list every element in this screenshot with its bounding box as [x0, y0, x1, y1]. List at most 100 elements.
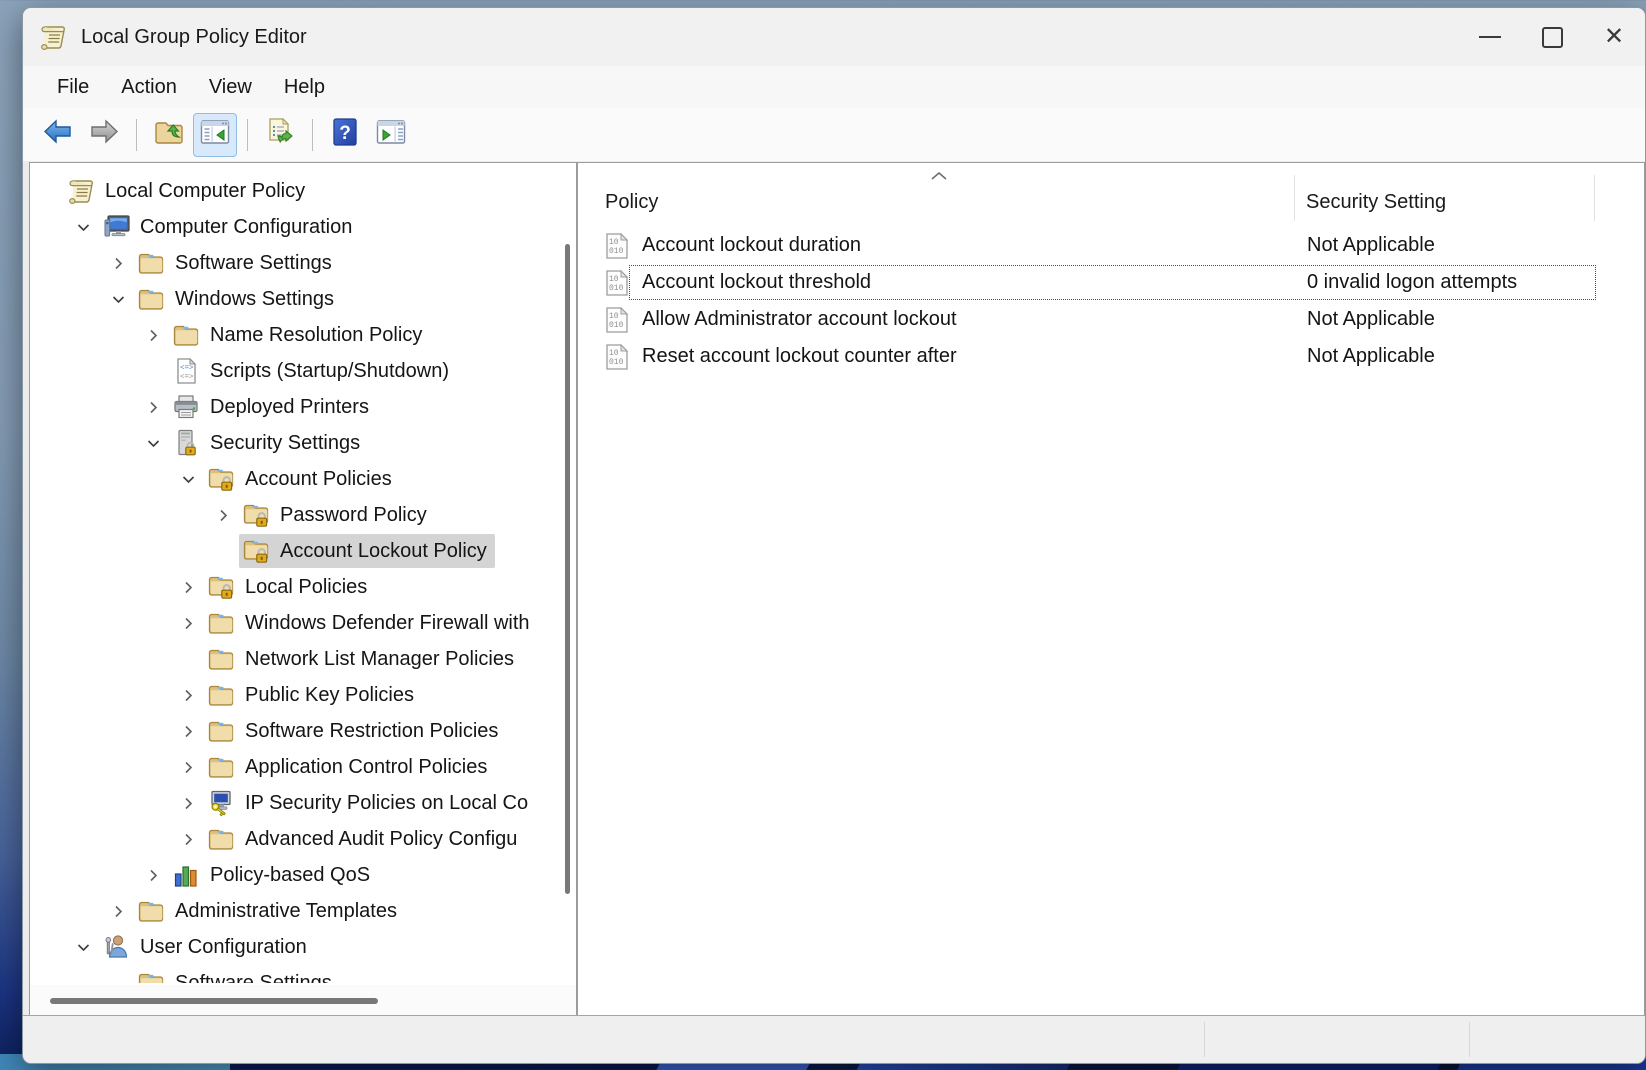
chevron-down-icon[interactable] [67, 931, 99, 963]
svg-text:10: 10 [609, 275, 619, 284]
tree-item-name-resolution-policy[interactable]: Name Resolution Policy [30, 317, 576, 353]
folder-lock-icon [206, 464, 236, 494]
folder-icon [171, 320, 201, 350]
tree-item-label: Computer Configuration [140, 216, 352, 239]
tree-item-user-configuration[interactable]: User Configuration [30, 929, 576, 965]
show-action-pane-button[interactable] [369, 113, 413, 157]
help-button[interactable]: ? [323, 113, 367, 157]
column-divider[interactable] [1294, 175, 1295, 221]
expander-spacer [207, 535, 239, 567]
chevron-right-icon[interactable] [172, 823, 204, 855]
chevron-down-icon[interactable] [137, 427, 169, 459]
tree-item-password-policy[interactable]: Password Policy [30, 497, 576, 533]
menu-view[interactable]: View [193, 72, 268, 103]
folder-icon [206, 824, 236, 854]
tree-item-label: Security Settings [210, 432, 360, 455]
chevron-right-icon[interactable] [137, 859, 169, 891]
chevron-down-icon[interactable] [102, 283, 134, 315]
tree-item-advanced-audit-policy-configu[interactable]: Advanced Audit Policy Configu [30, 821, 576, 857]
chevron-right-icon[interactable] [172, 571, 204, 603]
chevron-right-icon[interactable] [102, 895, 134, 927]
tree-item-windows-settings[interactable]: Windows Settings [30, 281, 576, 317]
folder-icon [206, 644, 236, 674]
tree-item-computer-configuration[interactable]: Computer Configuration [30, 209, 576, 245]
policy-name: Reset account lockout counter after [642, 345, 957, 368]
tree-item-account-policies[interactable]: Account Policies [30, 461, 576, 497]
tree-item-account-lockout-policy[interactable]: Account Lockout Policy [30, 533, 576, 569]
scroll-icon [38, 22, 68, 52]
list-row-reset-account-lockout-counter-after[interactable]: 10010Reset account lockout counter after… [579, 338, 1643, 375]
expander-spacer [137, 355, 169, 387]
chevron-down-icon[interactable] [67, 211, 99, 243]
column-header-security-setting[interactable]: Security Setting [1306, 191, 1446, 214]
tree-item-label: Name Resolution Policy [210, 324, 422, 347]
chevron-right-icon[interactable] [207, 499, 239, 531]
export-list-button[interactable] [258, 113, 302, 157]
tree-horizontal-scrollbar-track[interactable] [30, 985, 576, 1017]
tree-item-software-settings[interactable]: Software Settings [30, 245, 576, 281]
tree-item-application-control-policies[interactable]: Application Control Policies [30, 749, 576, 785]
show-console-tree-toggle[interactable] [193, 113, 237, 157]
tree-item-deployed-printers[interactable]: Deployed Printers [30, 389, 576, 425]
toolbar-separator [136, 119, 137, 151]
back-arrow-icon [42, 116, 74, 153]
security-setting-value: Not Applicable [1307, 308, 1435, 331]
title-bar[interactable]: Local Group Policy Editor ✕ [23, 8, 1645, 67]
chevron-right-icon[interactable] [137, 391, 169, 423]
chevron-right-icon[interactable] [137, 319, 169, 351]
list-row-account-lockout-threshold[interactable]: 10010Account lockout threshold0 invalid … [579, 264, 1643, 301]
folder-icon [136, 248, 166, 278]
svg-text:10: 10 [609, 349, 619, 358]
folder-icon [206, 752, 236, 782]
tree-item-administrative-templates[interactable]: Administrative Templates [30, 893, 576, 929]
menu-action[interactable]: Action [105, 72, 193, 103]
chevron-right-icon[interactable] [172, 751, 204, 783]
policy-name: Allow Administrator account lockout [642, 308, 957, 331]
svg-text:10: 10 [609, 312, 619, 321]
chevron-right-icon[interactable] [172, 679, 204, 711]
tree-item-security-settings[interactable]: Security Settings [30, 425, 576, 461]
tree-item-windows-defender-firewall-with[interactable]: Windows Defender Firewall with [30, 605, 576, 641]
forward-button[interactable] [82, 113, 126, 157]
tree-item-label: Deployed Printers [210, 396, 369, 419]
chevron-down-icon[interactable] [172, 463, 204, 495]
menu-file[interactable]: File [41, 72, 105, 103]
console-tree-icon [199, 116, 231, 153]
back-button[interactable] [36, 113, 80, 157]
column-divider[interactable] [1594, 175, 1595, 221]
svg-text:10: 10 [609, 238, 619, 247]
tree-item-public-key-policies[interactable]: Public Key Policies [30, 677, 576, 713]
tree-item-local-computer-policy[interactable]: Local Computer Policy [30, 173, 576, 209]
tree-item-label: Public Key Policies [245, 684, 414, 707]
tree-item-label: Account Lockout Policy [280, 540, 487, 563]
chevron-right-icon[interactable] [172, 715, 204, 747]
close-button[interactable]: ✕ [1583, 8, 1645, 66]
tree-item-scripts-startup-shutdown[interactable]: <=><=>Scripts (Startup/Shutdown) [30, 353, 576, 389]
up-one-level-button[interactable] [147, 113, 191, 157]
tree-item-software-restriction-policies[interactable]: Software Restriction Policies [30, 713, 576, 749]
list-row-account-lockout-duration[interactable]: 10010Account lockout durationNot Applica… [579, 227, 1643, 264]
chevron-right-icon[interactable] [102, 247, 134, 279]
tree-horizontal-scrollbar[interactable] [50, 998, 378, 1004]
maximize-button[interactable] [1521, 8, 1583, 66]
folder-icon [206, 608, 236, 638]
tree-vertical-scrollbar[interactable] [565, 244, 570, 894]
tree-item-local-policies[interactable]: Local Policies [30, 569, 576, 605]
menu-help[interactable]: Help [268, 72, 341, 103]
tree-item-ip-security-policies-on-local-co[interactable]: IP Security Policies on Local Co [30, 785, 576, 821]
tree-item-policy-based-qos[interactable]: Policy-based QoS [30, 857, 576, 893]
svg-text:010: 010 [609, 247, 624, 256]
svg-text:010: 010 [609, 321, 624, 330]
minimize-button[interactable] [1459, 8, 1521, 66]
minimize-icon [1479, 36, 1501, 38]
tree-item-software-settings[interactable]: Software Settings [30, 965, 576, 983]
scroll-icon [66, 176, 96, 206]
tree-item-network-list-manager-policies[interactable]: Network List Manager Policies [30, 641, 576, 677]
list-header: Policy Security Setting [578, 163, 1644, 227]
chevron-right-icon[interactable] [172, 787, 204, 819]
list-row-allow-administrator-account-lockout[interactable]: 10010 Allow Administrator account lockout… [579, 301, 1643, 338]
policy-name: Account lockout threshold [642, 271, 871, 294]
chevron-right-icon[interactable] [172, 607, 204, 639]
column-header-policy[interactable]: Policy [605, 191, 658, 214]
tree-item-label: Application Control Policies [245, 756, 487, 779]
